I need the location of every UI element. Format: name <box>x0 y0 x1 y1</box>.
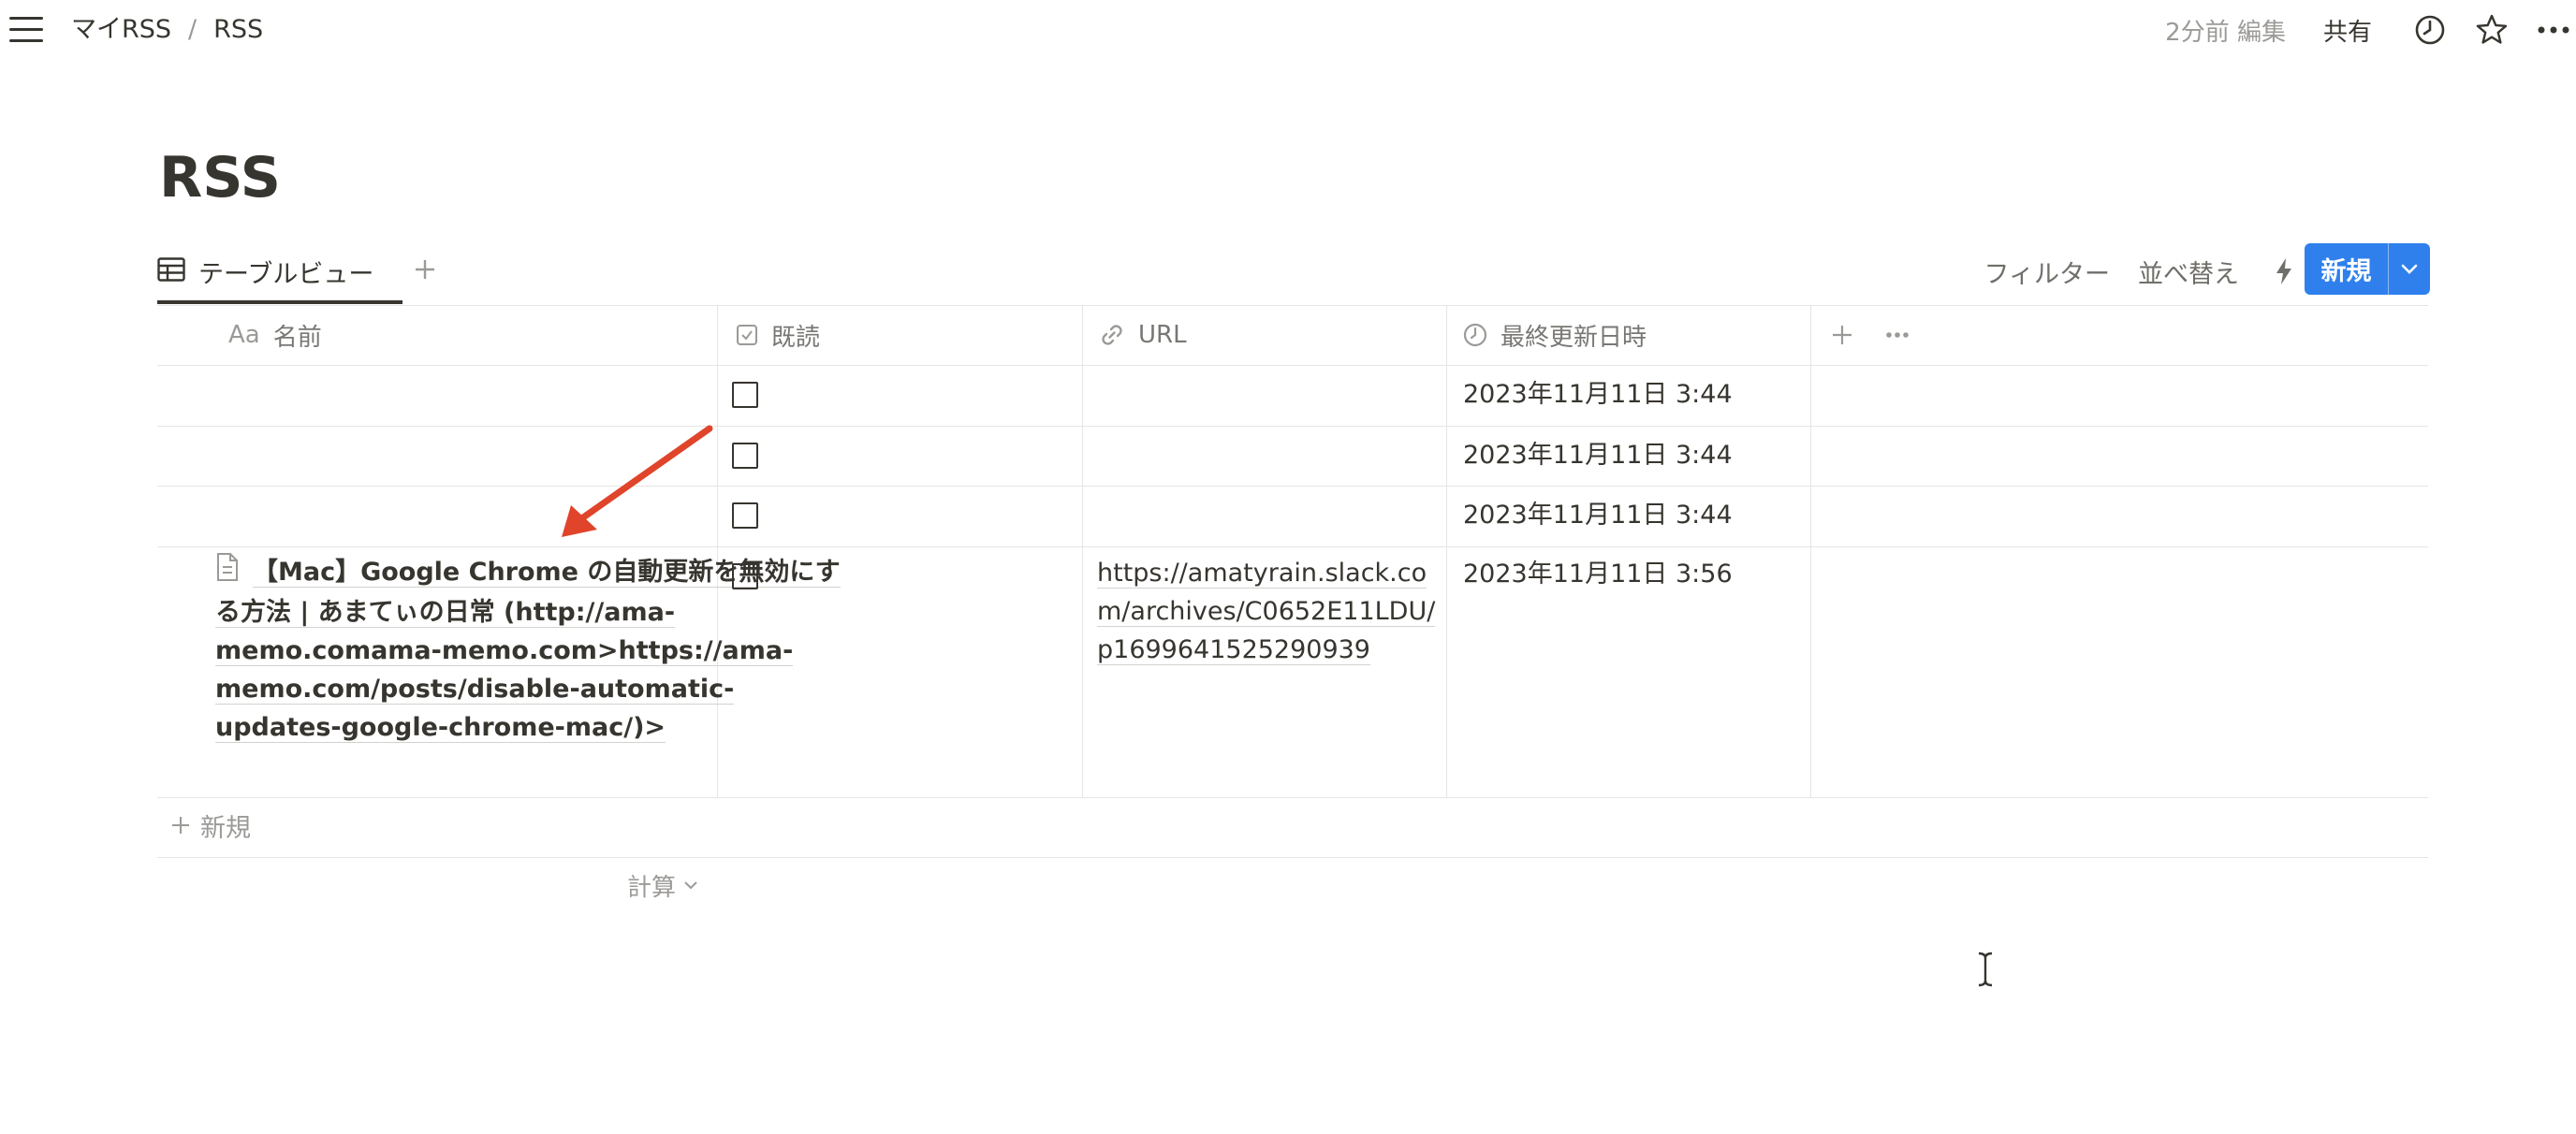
table-icon <box>157 257 185 285</box>
chevron-down-icon <box>683 880 698 890</box>
column-label: 名前 <box>272 323 322 352</box>
divider <box>1446 305 1447 797</box>
top-actions: 2分前 編集 共有 <box>2165 7 2576 52</box>
read-checkbox[interactable] <box>732 502 758 529</box>
divider <box>157 857 2428 858</box>
divider <box>157 365 2428 366</box>
column-header-read[interactable]: 既読 <box>736 305 820 365</box>
add-property-icon[interactable] <box>1831 305 1853 365</box>
column-label: URL <box>1138 321 1187 349</box>
calculate-dropdown[interactable]: 計算 <box>627 866 698 904</box>
add-row-button[interactable]: 新規 <box>170 807 251 844</box>
updated-cell: 2023年11月11日 3:56 <box>1463 560 1733 589</box>
divider <box>157 546 2428 547</box>
column-header-name[interactable]: Aa 名前 <box>228 305 322 365</box>
new-button[interactable]: 新規 <box>2305 243 2430 295</box>
breadcrumb-workspace[interactable]: マイRSS <box>71 13 171 47</box>
read-checkbox[interactable] <box>732 563 758 589</box>
read-checkbox[interactable] <box>732 382 758 408</box>
checkbox-type-icon <box>736 324 758 346</box>
star-icon[interactable] <box>2473 11 2510 49</box>
divider <box>157 305 2428 306</box>
updated-cell: 2023年11月11日 3:44 <box>1463 501 1733 530</box>
active-tab-indicator <box>157 300 402 304</box>
page-icon <box>215 552 240 593</box>
divider <box>1810 305 1811 797</box>
share-button[interactable]: 共有 <box>2323 13 2372 48</box>
history-icon[interactable] <box>2411 11 2449 49</box>
text-type-icon: Aa <box>228 321 260 349</box>
updated-cell: 2023年11月11日 3:44 <box>1463 441 1733 470</box>
edited-timestamp[interactable]: 2分前 編集 <box>2165 13 2286 48</box>
more-icon[interactable] <box>2535 11 2572 49</box>
sort-button[interactable]: 並べ替え <box>2138 254 2239 290</box>
updated-cell: 2023年11月11日 3:44 <box>1463 380 1733 409</box>
column-header-updated[interactable]: 最終更新日時 <box>1463 305 1647 365</box>
menu-icon[interactable] <box>9 17 43 45</box>
divider <box>1082 305 1083 797</box>
url-link[interactable]: https://amatyrain.slack.com/archives/C06… <box>1097 559 1436 665</box>
lightning-icon[interactable] <box>2267 253 2301 290</box>
annotation-arrow <box>562 425 713 537</box>
column-label: 既読 <box>771 323 821 352</box>
tab-label: テーブルビュー <box>198 259 374 289</box>
add-view-icon[interactable] <box>409 251 441 288</box>
breadcrumb-page[interactable]: RSS <box>213 13 263 47</box>
plus-icon <box>170 815 191 836</box>
link-icon <box>1099 322 1125 348</box>
calc-label: 計算 <box>627 873 677 902</box>
column-header-url[interactable]: URL <box>1099 305 1187 365</box>
top-bar: マイRSS / RSS 2分前 編集 共有 <box>0 0 2576 60</box>
add-row-label: 新規 <box>200 813 251 843</box>
chevron-down-icon[interactable] <box>2388 243 2430 295</box>
breadcrumb-separator: / <box>188 15 198 44</box>
divider <box>157 486 2428 487</box>
text-cursor-icon <box>1978 952 1993 987</box>
page-title[interactable]: RSS <box>159 140 281 215</box>
divider <box>157 426 2428 427</box>
column-more-icon[interactable] <box>1885 305 1910 365</box>
clock-icon <box>1463 323 1487 347</box>
column-label: 最終更新日時 <box>1500 323 1647 352</box>
new-button-label[interactable]: 新規 <box>2305 243 2388 295</box>
url-cell[interactable]: https://amatyrain.slack.com/archives/C06… <box>1097 554 1443 669</box>
filter-button[interactable]: フィルター <box>1984 254 2110 290</box>
divider <box>157 797 2428 798</box>
breadcrumb: マイRSS / RSS <box>71 13 263 47</box>
read-checkbox[interactable] <box>732 443 758 469</box>
tab-table-view[interactable]: テーブルビュー <box>157 241 373 301</box>
